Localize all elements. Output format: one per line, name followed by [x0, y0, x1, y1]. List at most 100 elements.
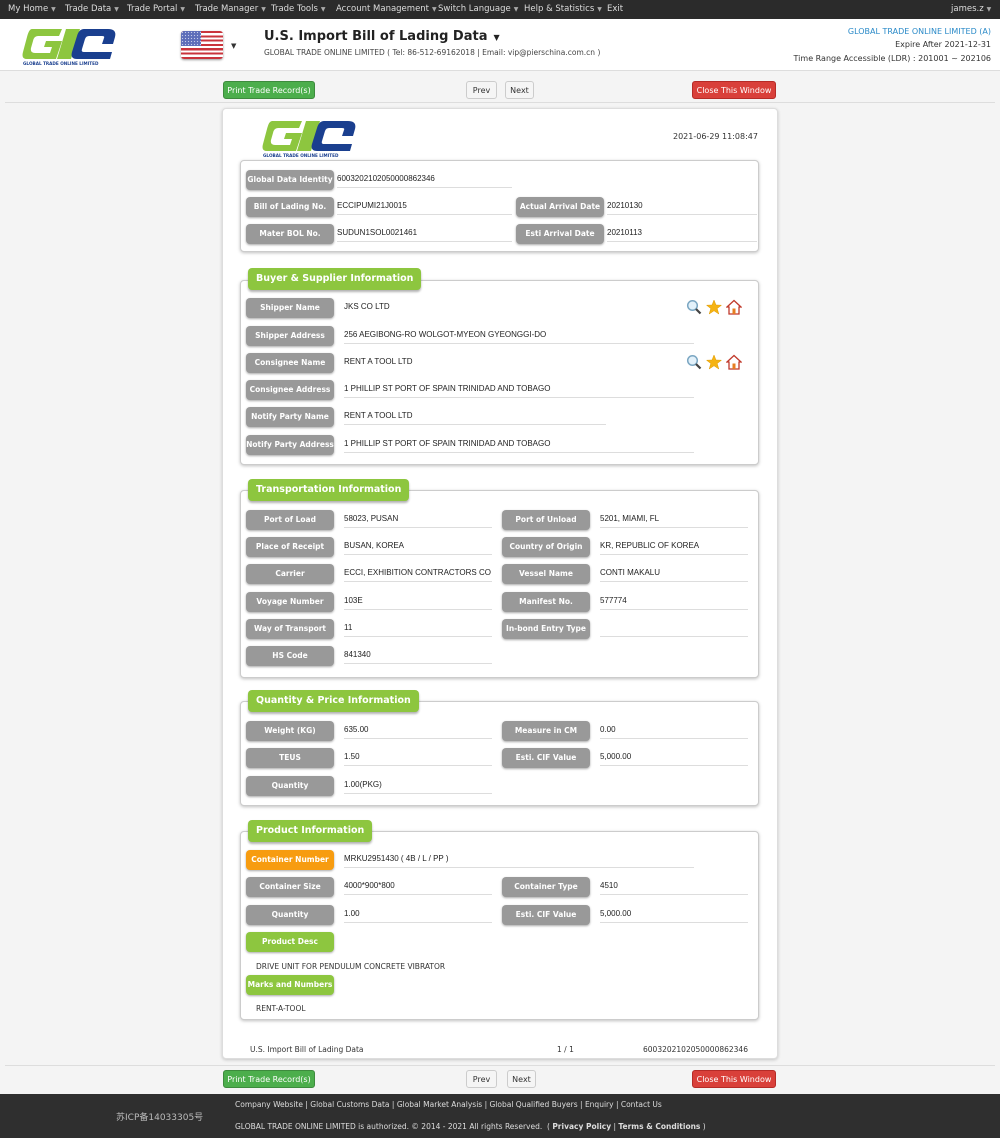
- container-size-label: Container Size: [246, 877, 334, 897]
- us-flag-icon[interactable]: [181, 31, 223, 59]
- close-window-button[interactable]: Close This Window: [692, 81, 776, 99]
- footer-link-global-customs-data[interactable]: Global Customs Data: [310, 1100, 389, 1109]
- page-title[interactable]: U.S. Import Bill of Lading Data ▼: [264, 29, 500, 44]
- product-desc-label: Product Desc: [246, 932, 334, 952]
- footer-link-enquiry[interactable]: Enquiry: [585, 1100, 614, 1109]
- nav-label: Help & Statistics: [524, 4, 595, 14]
- country-of-origin-label: Country of Origin: [502, 537, 590, 557]
- marks-numbers-label: Marks and Numbers: [246, 975, 334, 995]
- home-icon[interactable]: [725, 354, 743, 370]
- measure-value: 0.00: [600, 723, 748, 739]
- star-icon[interactable]: [705, 299, 723, 315]
- copyright-text: GLOBAL TRADE ONLINE LIMITED is authorize…: [235, 1122, 543, 1131]
- time-range: Time Range Accessible (LDR) : 201001 ~ 2…: [793, 54, 991, 63]
- home-icon[interactable]: [725, 299, 743, 315]
- nav-my-home[interactable]: My Home ▼: [8, 4, 56, 14]
- star-icon[interactable]: [705, 354, 723, 370]
- teus-label: TEUS: [246, 748, 334, 768]
- inbond-entry-type-label: In-bond Entry Type: [502, 619, 590, 639]
- gto-logo[interactable]: GLOBAL TRADE ONLINE LIMITED: [22, 26, 118, 66]
- next-button-bottom[interactable]: Next: [507, 1070, 536, 1088]
- search-icon[interactable]: [686, 354, 702, 370]
- caret-down-icon[interactable]: ▼: [231, 42, 236, 50]
- manifest-no-value: 577774: [600, 594, 748, 610]
- nav-trade-data[interactable]: Trade Data ▼: [65, 4, 119, 14]
- container-size-value: 4000*900*800: [344, 879, 492, 895]
- container-type-value: 4510: [600, 879, 748, 895]
- notify-party-name-value: RENT A TOOL LTD: [344, 409, 606, 425]
- terms-conditions-link[interactable]: Terms & Conditions: [618, 1122, 700, 1131]
- footer-links: Company Website | Global Customs Data | …: [235, 1100, 662, 1109]
- cif-value-value: 5,000.00: [600, 750, 748, 766]
- place-of-receipt-label: Place of Receipt: [246, 537, 334, 557]
- user-menu[interactable]: james.z ▼: [951, 4, 991, 14]
- shipper-address-label: Shipper Address: [246, 326, 334, 346]
- prev-button-bottom[interactable]: Prev: [466, 1070, 497, 1088]
- buyer-supplier-section-title: Buyer & Supplier Information: [248, 268, 422, 290]
- icp-number: 苏ICP备14033305号: [116, 1113, 204, 1123]
- bill-of-lading-no-value: ECCIPUMI21J0015: [337, 199, 512, 215]
- caret-down-icon: ▼: [493, 33, 500, 42]
- gto-logo: GLOBAL TRADE ONLINE LIMITED: [262, 121, 356, 158]
- way-of-transport-value: 11: [344, 621, 492, 637]
- caret-down-icon: ▼: [320, 6, 326, 13]
- hs-code-label: HS Code: [246, 646, 334, 666]
- voyage-number-value: 103E: [344, 594, 492, 610]
- nav-trade-tools[interactable]: Trade Tools ▼: [271, 4, 326, 14]
- container-number-value: MRKU2951430 ( 4B / L / PP ): [344, 852, 694, 868]
- shipper-name-value: JKS CO LTD: [344, 302, 390, 311]
- logo-text: GLOBAL TRADE ONLINE LIMITED: [263, 153, 339, 158]
- cif-value-label: Esti. CIF Value: [502, 748, 590, 768]
- footer-link-global-market-analysis[interactable]: Global Market Analysis: [397, 1100, 482, 1109]
- nav-exit[interactable]: Exit: [607, 4, 623, 14]
- bill-of-lading-no-label: Bill of Lading No.: [246, 197, 334, 217]
- footer-link-global-qualified-buyers[interactable]: Global Qualified Buyers: [489, 1100, 577, 1109]
- global-data-identity-label: Global Data Identity: [246, 170, 334, 190]
- site-footer: 苏ICP备14033305号 Company Website | Global …: [0, 1094, 1000, 1138]
- prev-button[interactable]: Prev: [466, 81, 497, 99]
- nav-switch-language[interactable]: Switch Language ▼: [438, 4, 518, 14]
- page-indicator: 1 / 1: [557, 1045, 574, 1054]
- product-desc-value: DRIVE UNIT FOR PENDULUM CONCRETE VIBRATO…: [256, 962, 446, 971]
- nav-account-management[interactable]: Account Management ▼: [336, 4, 437, 14]
- caret-down-icon: ▼: [261, 6, 266, 13]
- actual-arrival-date-value: 20210130: [607, 199, 757, 215]
- nav-label: Trade Portal: [127, 4, 178, 14]
- hs-code-value: 841340: [344, 648, 492, 664]
- privacy-policy-link[interactable]: Privacy Policy: [552, 1122, 611, 1131]
- search-icon[interactable]: [686, 299, 702, 315]
- print-trade-records-button-bottom[interactable]: Print Trade Record(s): [223, 1070, 315, 1088]
- carrier-label: Carrier: [246, 564, 334, 584]
- country-of-origin-value: KR, REPUBLIC OF KOREA: [600, 539, 748, 555]
- nav-label: Switch Language: [438, 4, 511, 14]
- nav-trade-manager[interactable]: Trade Manager ▼: [195, 4, 266, 14]
- caret-down-icon: ▼: [597, 6, 602, 13]
- footer-link-contact-us[interactable]: Contact Us: [621, 1100, 662, 1109]
- nav-label: My Home: [8, 4, 49, 14]
- close-window-button-bottom[interactable]: Close This Window: [692, 1070, 776, 1088]
- nav-help-statistics[interactable]: Help & Statistics ▼: [524, 4, 602, 14]
- nav-label: Account Management: [336, 4, 430, 14]
- global-data-identity-value: 6003202102050000862346: [337, 172, 512, 188]
- nav-label: Trade Manager: [195, 4, 259, 14]
- weight-label: Weight (KG): [246, 721, 334, 741]
- next-button[interactable]: Next: [505, 81, 534, 99]
- nav-trade-portal[interactable]: Trade Portal ▼: [127, 4, 185, 14]
- footer-link-company-website[interactable]: Company Website: [235, 1100, 303, 1109]
- contact-info: GLOBAL TRADE ONLINE LIMITED ( Tel: 86-51…: [264, 48, 601, 57]
- voyage-number-label: Voyage Number: [246, 592, 334, 612]
- print-trade-records-button[interactable]: Print Trade Record(s): [223, 81, 315, 99]
- shipper-address-value: 256 AEGIBONG-RO WOLGOT-MYEON GYEONGGI-DO: [344, 328, 694, 344]
- port-of-unload-label: Port of Unload: [502, 510, 590, 530]
- consignee-address-value: 1 PHILLIP ST PORT OF SPAIN TRINIDAD AND …: [344, 382, 694, 398]
- page-header: GLOBAL TRADE ONLINE LIMITED ▼ U.S. Impor…: [0, 19, 1000, 71]
- mater-bol-no-value: SUDUN1SOL0021461: [337, 226, 512, 242]
- esti-arrival-date-value: 20210113: [607, 226, 757, 242]
- divider: [5, 1065, 995, 1066]
- vessel-name-value: CONTI MAKALU: [600, 566, 748, 582]
- port-of-unload-value: 5201, MIAMI, FL: [600, 512, 748, 528]
- measure-label: Measure in CM: [502, 721, 590, 741]
- container-number-label[interactable]: Container Number: [246, 850, 334, 870]
- divider: [5, 102, 995, 103]
- notify-party-name-label: Notify Party Name: [246, 407, 334, 427]
